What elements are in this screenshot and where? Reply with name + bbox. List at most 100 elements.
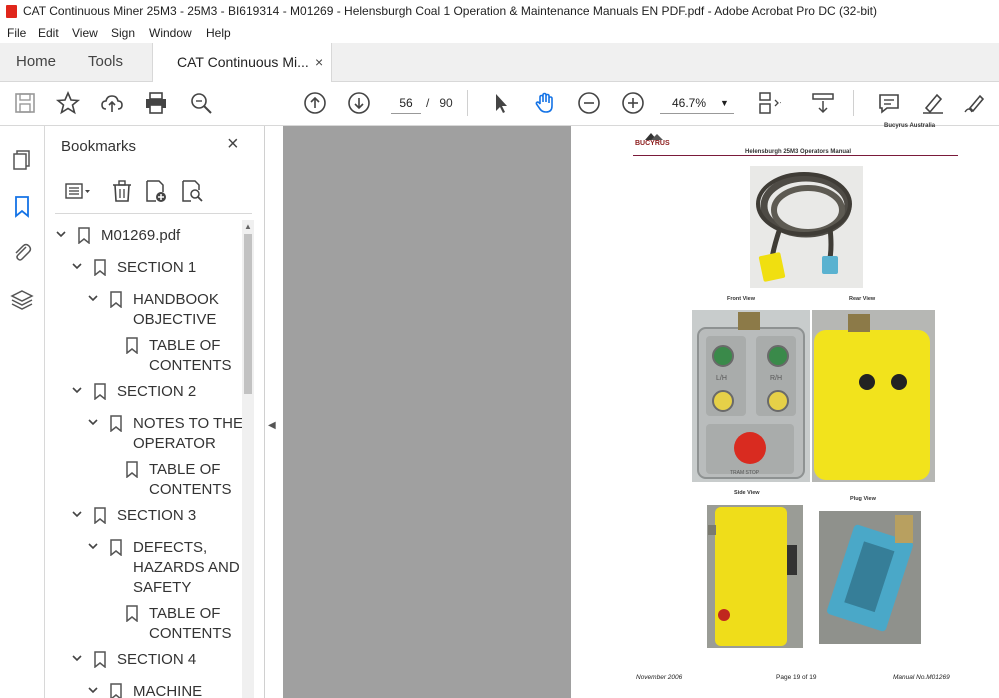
page-separator: /	[426, 96, 430, 110]
chevron-down-icon: ▼	[720, 98, 729, 108]
upload-share-icon[interactable]	[99, 90, 125, 116]
bookmarks-scrollbar[interactable]: ▲	[242, 220, 254, 698]
bookmark-icon	[94, 259, 106, 276]
menu-sign[interactable]: Sign	[111, 23, 135, 43]
bookmark-label: TABLE OF	[149, 461, 221, 478]
chevron-down-icon[interactable]	[87, 292, 99, 304]
menu-bar: File Edit View Sign Window Help	[0, 23, 999, 43]
chevron-down-icon[interactable]	[71, 260, 83, 272]
title-bar: CAT Continuous Miner 25M3 - 25M3 - BI619…	[0, 0, 999, 23]
tab-document[interactable]: CAT Continuous Mi... ×	[152, 43, 332, 82]
page-count: 90	[439, 96, 453, 110]
bookmark-icon	[126, 605, 138, 622]
chevron-down-icon[interactable]	[55, 228, 67, 240]
bookmark-item-section-2[interactable]: SECTION 2	[71, 382, 241, 402]
print-icon[interactable]	[143, 90, 169, 116]
bookmark-label: HANDBOOK	[133, 291, 219, 308]
bookmark-label: CONTENTS	[149, 357, 232, 374]
collapse-panel-icon[interactable]: ◀	[268, 420, 276, 431]
sign-pen-icon[interactable]	[962, 90, 988, 116]
tab-tools[interactable]: Tools	[88, 43, 123, 81]
bookmark-item-toc-2[interactable]: TABLE OF CONTENTS	[103, 460, 237, 500]
panel-label-lh: L/H	[716, 375, 727, 382]
bookmark-label: SAFETY	[133, 579, 192, 596]
zoom-out-icon[interactable]	[576, 90, 602, 116]
bookmark-item-notes-to-operator[interactable]: NOTES TO THE OPERATOR	[87, 414, 243, 454]
bookmark-label: CONTENTS	[149, 481, 232, 498]
panel-label-stop: TRAM STOP	[730, 470, 760, 476]
attachment-paperclip-icon[interactable]	[10, 240, 34, 264]
menu-edit[interactable]: Edit	[38, 23, 59, 43]
bookmark-label: TABLE OF	[149, 605, 221, 622]
select-cursor-icon[interactable]	[488, 90, 514, 116]
bookmark-item-section-4[interactable]: SECTION 4	[71, 650, 241, 670]
bookmark-item-toc-1[interactable]: TABLE OF CONTENTS	[103, 336, 237, 376]
scroll-up-icon[interactable]: ▲	[244, 222, 252, 231]
page-number-input[interactable]: 56	[391, 93, 421, 114]
bookmark-icon	[110, 415, 122, 432]
find-bookmark-icon[interactable]	[179, 178, 205, 204]
zoom-search-icon[interactable]	[188, 90, 214, 116]
tab-home[interactable]: Home	[16, 43, 56, 81]
caption-side-view: Side View	[734, 490, 760, 496]
bookmark-item-defects-hazards-safety[interactable]: DEFECTS, HAZARDS AND SAFETY	[87, 538, 240, 598]
document-viewer[interactable]: Bucyrus Australia BUCYRUS Helensburgh 25…	[283, 123, 999, 698]
page-total: / 90	[426, 93, 453, 113]
comment-icon[interactable]	[876, 90, 902, 116]
menu-file[interactable]: File	[7, 23, 26, 43]
logo-text: BUCYRUS	[635, 140, 670, 147]
header-rule	[633, 155, 958, 156]
bookmark-item-toc-3[interactable]: TABLE OF CONTENTS	[103, 604, 237, 644]
bookmark-options-icon[interactable]	[59, 178, 90, 204]
star-bookmark-icon[interactable]	[55, 90, 81, 116]
chevron-down-icon[interactable]	[71, 508, 83, 520]
chevron-down-icon[interactable]	[71, 652, 83, 664]
menu-window[interactable]: Window	[149, 23, 192, 43]
next-page-icon[interactable]	[346, 90, 372, 116]
bookmark-tree: M01269.pdf SECTION 1 HANDBOOK OBJECTIVE …	[45, 218, 250, 698]
new-bookmark-icon[interactable]	[143, 178, 169, 204]
cable-assembly-photo	[750, 166, 863, 288]
bookmark-item-handbook-objective[interactable]: HANDBOOK OBJECTIVE	[87, 290, 237, 330]
chevron-down-icon[interactable]	[87, 416, 99, 428]
window-title: CAT Continuous Miner 25M3 - 25M3 - BI619…	[23, 4, 877, 18]
bookmark-panel-icon[interactable]	[10, 194, 34, 218]
caption-rear-view: Rear View	[849, 296, 876, 302]
bookmark-item-section-3[interactable]: SECTION 3	[71, 506, 241, 526]
previous-page-icon[interactable]	[302, 90, 328, 116]
bookmark-item-machine[interactable]: MACHINE	[87, 682, 237, 698]
page-header-company: Bucyrus Australia	[884, 123, 936, 129]
layers-icon[interactable]	[10, 288, 34, 312]
zoom-in-icon[interactable]	[620, 90, 646, 116]
toolbar-divider	[853, 90, 854, 116]
tab-close-icon[interactable]: ×	[315, 43, 323, 81]
bookmark-item-section-1[interactable]: SECTION 1	[71, 258, 241, 278]
scroll-mode-icon[interactable]	[810, 90, 836, 116]
panel-divider	[55, 213, 252, 214]
highlight-pen-icon[interactable]	[920, 90, 946, 116]
scrollbar-thumb[interactable]	[244, 234, 252, 394]
bookmark-label: SECTION 1	[117, 259, 197, 276]
panel-label-rh: R/H	[770, 375, 782, 382]
page-thumbnails-icon[interactable]	[10, 148, 34, 172]
panel-close-icon[interactable]: ×	[227, 134, 247, 154]
bookmark-label: TABLE OF	[149, 337, 221, 354]
tab-bar: Home Tools CAT Continuous Mi... ×	[0, 43, 999, 82]
bookmarks-panel-title: Bookmarks	[61, 138, 137, 155]
bookmark-label: OBJECTIVE	[133, 311, 217, 328]
hand-tool-icon[interactable]	[532, 90, 558, 116]
bookmark-icon	[78, 227, 90, 244]
chevron-down-icon[interactable]	[87, 684, 99, 696]
menu-view[interactable]: View	[72, 23, 98, 43]
chevron-down-icon[interactable]	[71, 384, 83, 396]
bookmark-label: HAZARDS AND	[133, 559, 240, 576]
menu-help[interactable]: Help	[206, 23, 231, 43]
chevron-down-icon[interactable]	[87, 540, 99, 552]
bookmark-icon	[94, 651, 106, 668]
delete-trash-icon[interactable]	[109, 178, 135, 204]
zoom-level-select[interactable]: 46.7% ▼	[660, 93, 734, 114]
pendant-side-photo	[707, 505, 803, 648]
save-icon[interactable]	[12, 90, 38, 116]
bookmark-item-root[interactable]: M01269.pdf	[55, 226, 245, 246]
page-display-icon[interactable]	[755, 90, 784, 116]
